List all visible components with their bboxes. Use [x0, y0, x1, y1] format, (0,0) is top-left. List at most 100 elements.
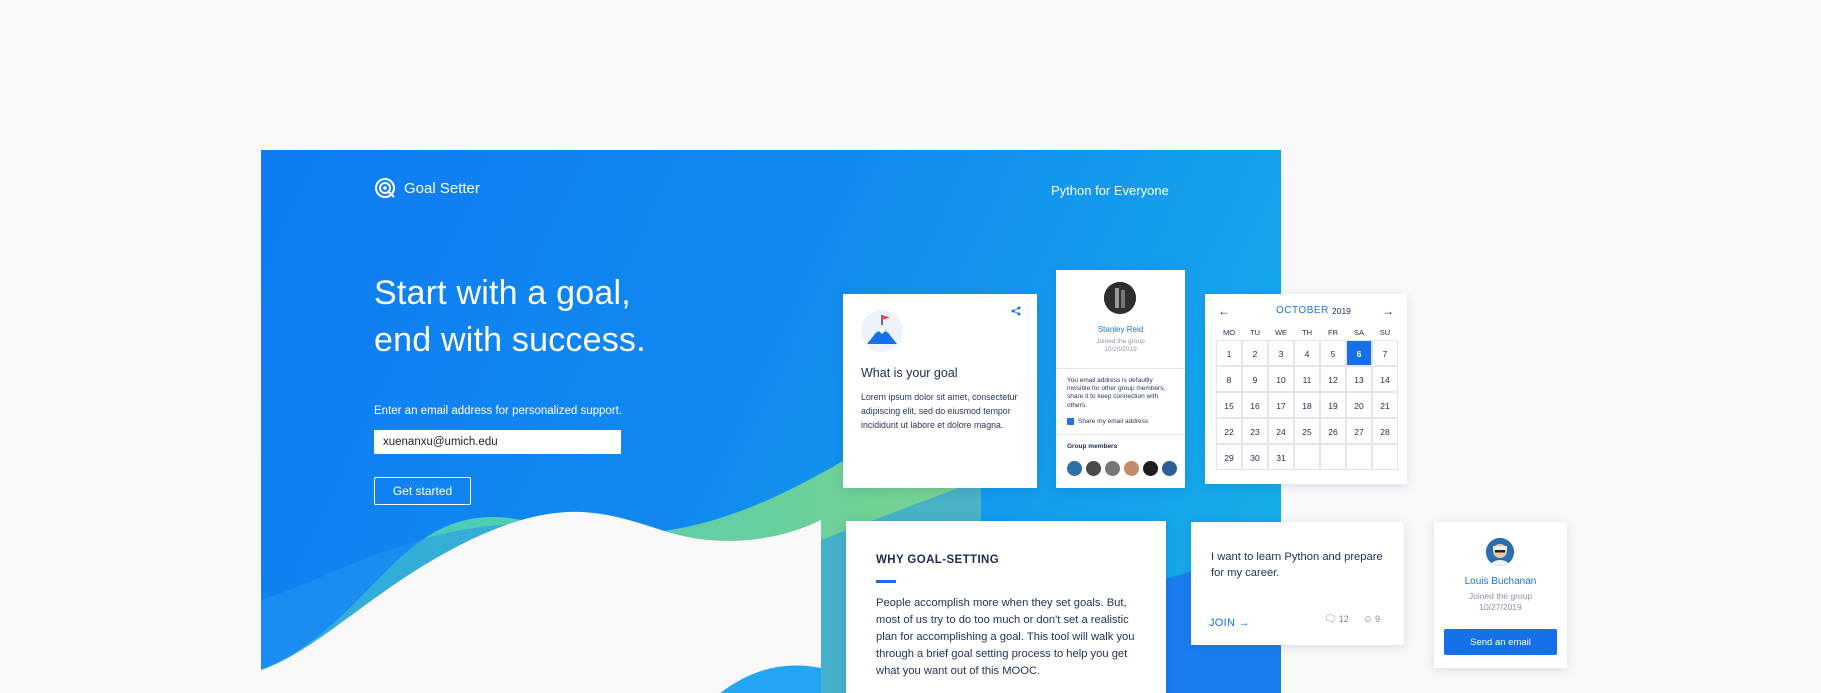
hero-headline: Start with a goal, end with success. — [374, 270, 646, 364]
divider — [1056, 368, 1185, 369]
divider — [1056, 434, 1185, 435]
calendar-day[interactable]: 3 — [1268, 340, 1294, 366]
avatar[interactable] — [1124, 461, 1139, 476]
calendar-month: OCTOBER — [1276, 305, 1329, 316]
mountain-flag-icon — [861, 310, 903, 352]
avatar[interactable] — [1086, 461, 1101, 476]
calendar-day[interactable]: 9 — [1242, 366, 1268, 392]
calendar-day[interactable]: 16 — [1242, 392, 1268, 418]
calendar-day[interactable]: 2 — [1242, 340, 1268, 366]
calendar-header: ← OCTOBER 2019 → — [1218, 304, 1394, 318]
calendar-day[interactable]: 10 — [1268, 366, 1294, 392]
arrow-right-icon[interactable]: → — [1382, 304, 1394, 318]
profile-joined-label: Joined the group — [1468, 591, 1533, 601]
calendar-day[interactable]: 12 — [1320, 366, 1346, 392]
calendar-day[interactable]: 17 — [1268, 392, 1294, 418]
calendar-year: 2019 — [1332, 306, 1351, 316]
calendar-day[interactable]: 13 — [1346, 366, 1372, 392]
members-count: 9 — [1374, 614, 1380, 624]
weekday-header: SU — [1379, 328, 1391, 337]
calendar-day[interactable]: 25 — [1294, 418, 1320, 444]
calendar: ← OCTOBER 2019 → MO TU WE TH FR SA SU 1 2 3 4 5 6 7 8 9… — [1205, 294, 1407, 484]
group-members-label: Group members — [1067, 443, 1118, 450]
member-joined: Joined the group 10/20/2019 — [1056, 338, 1185, 354]
send-email-button[interactable]: Send an email — [1444, 629, 1557, 655]
calendar-day[interactable]: 29 — [1216, 444, 1242, 470]
email-visibility-note: You email address is defaultly invisible… — [1067, 377, 1166, 409]
calendar-day[interactable]: 20 — [1346, 392, 1372, 418]
user-icon: ☺ — [1362, 614, 1373, 625]
calendar-day[interactable]: 11 — [1294, 366, 1320, 392]
group-members-avatars — [1067, 461, 1177, 476]
arrow-right-icon: → — [1238, 617, 1250, 629]
avatar[interactable] — [1162, 461, 1177, 476]
calendar-empty-cell — [1346, 444, 1372, 470]
nav-course-link[interactable]: Python for Everyone — [1051, 183, 1169, 198]
calendar-day-selected[interactable]: 6 — [1346, 340, 1372, 366]
weekday-header: FR — [1328, 328, 1338, 337]
get-started-button[interactable]: Get started — [374, 477, 471, 505]
comment-icon: 🗨 — [1324, 614, 1337, 625]
calendar-day[interactable]: 18 — [1294, 392, 1320, 418]
why-card-title: WHY GOAL-SETTING — [876, 554, 1000, 566]
avatar[interactable] — [1143, 461, 1158, 476]
profile-joined: Joined the group 10/27/2019 — [1434, 591, 1567, 613]
goal-card-title: What is your goal — [861, 366, 958, 380]
headline-line-1: Start with a goal, — [374, 274, 631, 312]
calendar-day[interactable]: 26 — [1320, 418, 1346, 444]
calendar-day[interactable]: 21 — [1372, 392, 1398, 418]
avatar — [1486, 538, 1514, 566]
calendar-day[interactable]: 7 — [1372, 340, 1398, 366]
calendar-grid: MO TU WE TH FR SA SU 1 2 3 4 5 6 7 8 9 10 11 12 13 14 15 16 17 1… — [1216, 326, 1398, 470]
goal-post-card: I want to learn Python and prepare for m… — [1191, 522, 1404, 645]
calendar-day[interactable]: 5 — [1320, 340, 1346, 366]
member-card: Stanley Reid Joined the group 10/20/2019… — [1056, 270, 1185, 488]
calendar-day[interactable]: 31 — [1268, 444, 1294, 470]
calendar-day[interactable]: 4 — [1294, 340, 1320, 366]
comments-count: 12 — [1338, 614, 1349, 624]
calendar-day[interactable]: 30 — [1242, 444, 1268, 470]
calendar-day[interactable]: 1 — [1216, 340, 1242, 366]
brand-name: Goal Setter — [404, 179, 480, 197]
calendar-empty-cell — [1294, 444, 1320, 470]
calendar-day[interactable]: 8 — [1216, 366, 1242, 392]
weekday-header: MO — [1222, 328, 1236, 337]
avatar[interactable] — [1067, 461, 1082, 476]
calendar-day[interactable]: 15 — [1216, 392, 1242, 418]
join-label: JOIN — [1209, 617, 1236, 629]
members-stat[interactable]: ☺ 9 — [1363, 614, 1380, 625]
calendar-day[interactable]: 28 — [1372, 418, 1398, 444]
post-stats: 🗨 12 ☺ 9 — [1324, 614, 1380, 625]
member-joined-date: 10/20/2019 — [1104, 346, 1137, 353]
avatar[interactable] — [1105, 461, 1120, 476]
share-icon[interactable] — [1011, 306, 1021, 316]
checkbox-checked-icon[interactable] — [1067, 418, 1074, 425]
calendar-day[interactable]: 19 — [1320, 392, 1346, 418]
avatar — [1104, 282, 1136, 314]
calendar-day[interactable]: 24 — [1268, 418, 1294, 444]
brand[interactable]: Goal Setter — [374, 177, 480, 199]
calendar-day[interactable]: 22 — [1216, 418, 1242, 444]
profile-name[interactable]: Louis Buchanan — [1434, 576, 1567, 587]
member-joined-label: Joined the group — [1096, 338, 1145, 345]
title-underline — [876, 580, 896, 583]
headline-line-2: end with success. — [374, 321, 646, 359]
goal-card-body: Lorem ipsum dolor sit amet, consectetur … — [861, 392, 1018, 430]
comments-stat[interactable]: 🗨 12 — [1324, 614, 1349, 625]
email-prompt: Enter an email address for personalized … — [374, 405, 623, 417]
share-email-checkbox[interactable]: Share my email address — [1067, 418, 1148, 425]
weekday-header: SA — [1353, 328, 1364, 337]
calendar-day[interactable]: 14 — [1372, 366, 1398, 392]
goal-post-text: I want to learn Python and prepare for m… — [1211, 551, 1383, 579]
page: Goal Setter Python for Everyone Start wi… — [0, 0, 1821, 693]
calendar-day[interactable]: 23 — [1242, 418, 1268, 444]
arrow-left-icon[interactable]: ← — [1218, 304, 1230, 318]
member-name[interactable]: Stanley Reid — [1056, 325, 1185, 334]
calendar-day[interactable]: 27 — [1346, 418, 1372, 444]
weekday-header: TH — [1302, 328, 1312, 337]
join-link[interactable]: JOIN → — [1209, 617, 1250, 629]
why-card-body: People accomplish more when they set goa… — [876, 597, 1135, 677]
profile-joined-date: 10/27/2019 — [1479, 602, 1522, 612]
share-email-label: Share my email address — [1078, 418, 1149, 425]
email-input[interactable] — [374, 430, 621, 454]
